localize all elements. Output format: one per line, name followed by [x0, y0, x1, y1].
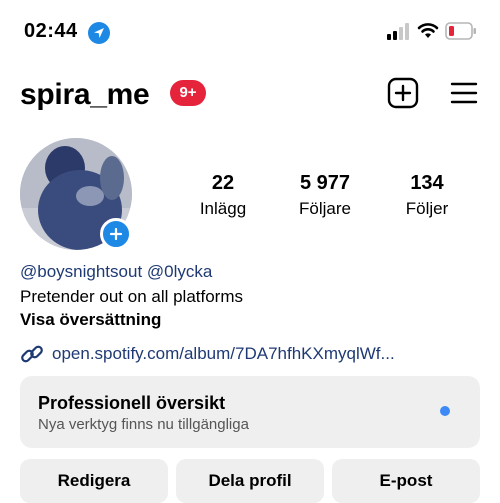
status-time: 02:44 — [24, 20, 78, 42]
location-arrow-icon — [88, 22, 110, 44]
add-post-icon[interactable] — [387, 77, 419, 109]
bio-mentions[interactable]: @boysnightsout @0lycka — [20, 262, 212, 282]
following-count[interactable]: 134 Följer — [377, 172, 477, 219]
see-translation-link[interactable]: Visa översättning — [20, 310, 161, 330]
notification-badge[interactable]: 9+ — [170, 80, 206, 106]
followers-count[interactable]: 5 977 Följare — [275, 172, 375, 219]
cellular-signal-icon — [387, 23, 409, 40]
plus-icon — [110, 228, 122, 240]
profile-link[interactable]: open.spotify.com/album/7DA7hfhKXmyqlWf..… — [52, 344, 395, 364]
battery-low-icon — [445, 22, 476, 40]
professional-dashboard-card[interactable]: Professionell översikt Nya verktyg finns… — [20, 376, 480, 448]
dashboard-title: Professionell översikt — [38, 393, 226, 413]
hamburger-menu-icon[interactable] — [449, 78, 479, 108]
following-number: 134 — [410, 172, 444, 194]
dashboard-subtitle: Nya verktyg finns nu tillgängliga — [38, 416, 249, 433]
edit-profile-button[interactable]: Redigera — [20, 459, 168, 503]
wifi-icon — [417, 23, 439, 38]
followers-number: 5 977 — [299, 172, 351, 194]
posts-count[interactable]: 22 Inlägg — [173, 172, 273, 219]
username-switcher[interactable]: spira_me — [20, 78, 150, 112]
bio-text: Pretender out on all platforms — [20, 287, 244, 306]
link-icon — [21, 345, 43, 363]
add-story-button[interactable] — [100, 218, 132, 250]
email-button[interactable]: E-post — [332, 459, 480, 503]
posts-label: Inlägg — [199, 199, 247, 218]
followers-label: Följare — [299, 199, 351, 218]
share-profile-button[interactable]: Dela profil — [176, 459, 324, 503]
profile-header: spira_me 9+ — [0, 70, 500, 118]
new-indicator-dot — [440, 406, 450, 416]
status-bar: 02:44 — [0, 0, 500, 62]
following-label: Följer — [405, 199, 449, 218]
posts-number: 22 — [211, 172, 235, 194]
